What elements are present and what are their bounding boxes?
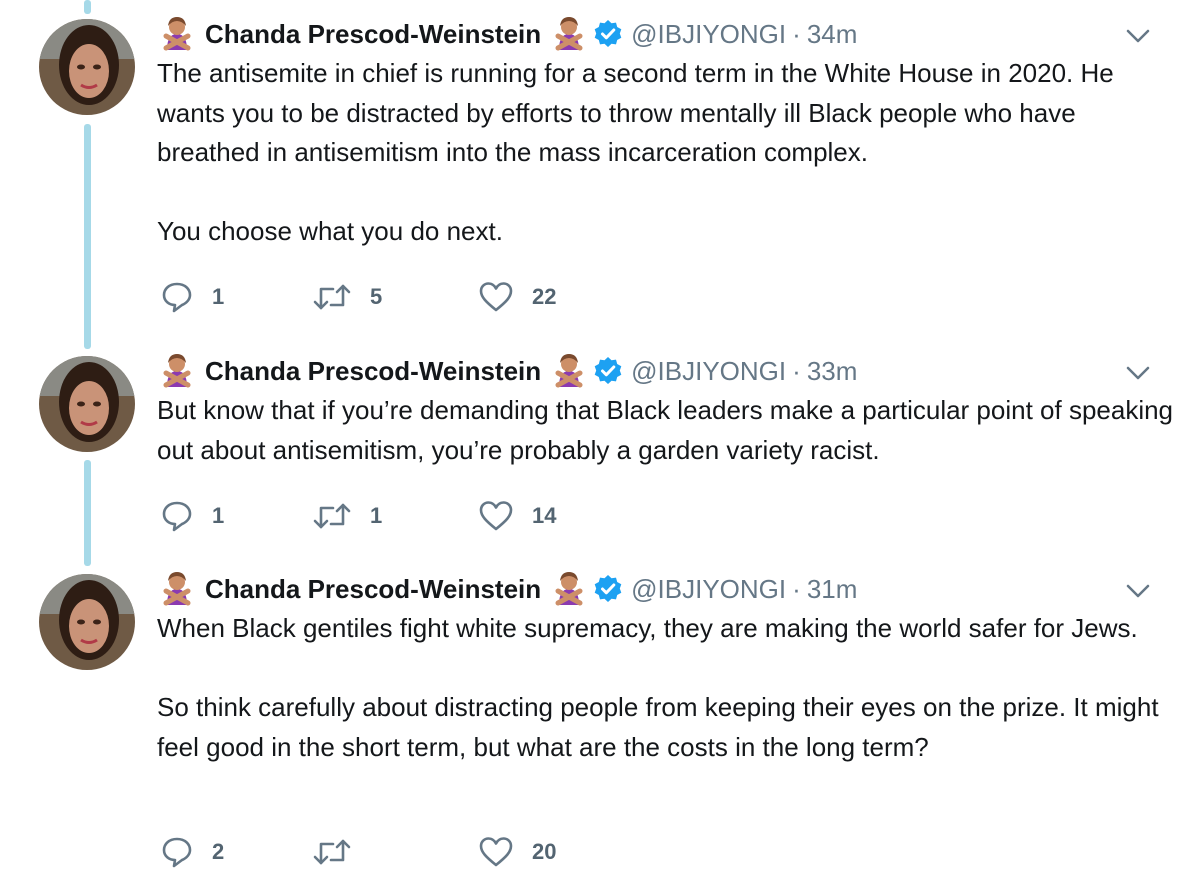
tweet-paragraph: So think carefully about distracting peo… [157,692,1159,762]
like-button[interactable]: 14 [478,496,556,536]
verified-badge-icon [594,575,622,602]
retweet-button[interactable]: 5 [312,277,382,317]
chevron-down-icon[interactable] [1124,359,1152,387]
retweet-count: 1 [370,503,383,528]
separator-dot: · [792,18,801,49]
retweet-button[interactable] [312,832,370,872]
timestamp[interactable]: 33m [807,356,858,387]
heart-icon [479,501,513,531]
reply-button[interactable]: 2 [160,832,224,872]
tweet-paragraph: You choose what you do next. [157,216,503,246]
person-gesturing-no-emoji [555,17,583,51]
reply-count: 1 [212,503,225,528]
retweet-icon [313,503,351,529]
tweet-paragraph: The antisemite in chief is running for a… [157,58,1114,167]
tweet-paragraph: But know that if you’re demanding that B… [157,395,1174,465]
heart-icon [479,837,513,867]
reply-count: 1 [212,284,225,309]
tweet-header: Chanda Prescod-Weinstein @IBJIYONGI · 33… [157,351,857,391]
tweet-actions: 2 20 [160,832,760,872]
user-handle[interactable]: @IBJIYONGI [631,19,786,50]
like-button[interactable]: 22 [478,277,556,317]
reply-count: 2 [212,839,225,864]
tweet-text: When Black gentiles fight white supremac… [157,609,1177,767]
tweet[interactable]: Chanda Prescod-Weinstein @IBJIYONGI · 33… [0,351,1200,551]
retweet-icon [313,284,351,310]
tweet-header: Chanda Prescod-Weinstein @IBJIYONGI · 31… [157,569,857,609]
reply-button[interactable]: 1 [160,496,224,536]
like-button[interactable]: 20 [478,832,556,872]
reply-icon [162,501,192,532]
person-gesturing-no-emoji [163,572,191,606]
person-gesturing-no-emoji [555,354,583,388]
verified-badge-icon [594,357,622,384]
retweet-button[interactable]: 1 [312,496,382,536]
separator-dot: · [792,355,801,386]
like-count: 14 [532,503,557,528]
tweet-text: But know that if you’re demanding that B… [157,391,1177,470]
tweet-paragraph: When Black gentiles fight white supremac… [157,613,1138,643]
tweet-actions: 1 5 22 [160,277,760,317]
tweet[interactable]: Chanda Prescod-Weinstein @IBJIYONGI · 34… [0,14,1200,334]
tweet[interactable]: Chanda Prescod-Weinstein @IBJIYONGI · 31… [0,569,1200,875]
chevron-down-icon[interactable] [1124,22,1152,50]
verified-badge-icon [594,20,622,47]
reply-button[interactable]: 1 [160,277,224,317]
avatar[interactable] [39,574,135,670]
avatar[interactable] [39,19,135,115]
person-gesturing-no-emoji [163,354,191,388]
heart-icon [479,282,513,312]
like-count: 22 [532,284,557,309]
tweet-header: Chanda Prescod-Weinstein @IBJIYONGI · 34… [157,14,857,54]
avatar[interactable] [39,356,135,452]
display-name[interactable]: Chanda Prescod-Weinstein [205,19,541,50]
user-handle[interactable]: @IBJIYONGI [631,574,786,605]
person-gesturing-no-emoji [163,17,191,51]
timestamp[interactable]: 31m [807,574,858,605]
separator-dot: · [792,573,801,604]
reply-icon [162,837,192,868]
retweet-icon [313,839,351,865]
display-name[interactable]: Chanda Prescod-Weinstein [205,574,541,605]
display-name[interactable]: Chanda Prescod-Weinstein [205,356,541,387]
timestamp[interactable]: 34m [807,19,858,50]
tweet-text: The antisemite in chief is running for a… [157,54,1177,252]
retweet-count: 5 [370,284,383,309]
reply-icon [162,282,192,313]
thread-line [84,0,91,14]
person-gesturing-no-emoji [555,572,583,606]
like-count: 20 [532,839,557,864]
user-handle[interactable]: @IBJIYONGI [631,356,786,387]
tweet-actions: 1 1 14 [160,496,760,536]
chevron-down-icon[interactable] [1124,577,1152,605]
